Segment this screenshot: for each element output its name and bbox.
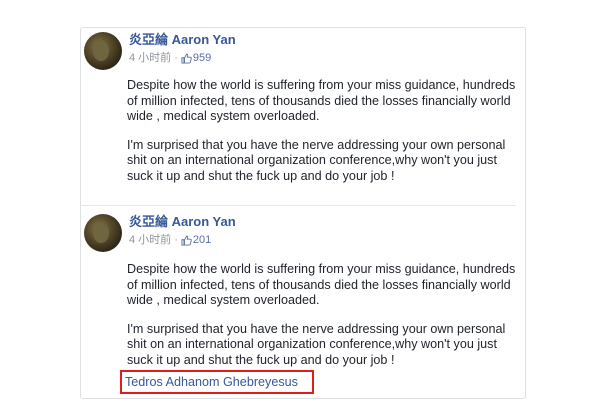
thumbs-up-icon[interactable] (181, 53, 192, 64)
thumbs-up-icon[interactable] (181, 235, 192, 246)
author-name[interactable]: 炎亞綸 Aaron Yan (129, 214, 236, 230)
like-count[interactable]: 201 (193, 233, 211, 247)
comment-text: Despite how the world is suffering from … (127, 262, 517, 368)
comment-text: Despite how the world is suffering from … (127, 78, 517, 184)
comment-paragraph: Despite how the world is suffering from … (127, 78, 516, 123)
timestamp[interactable]: 4 小时前 (129, 233, 171, 247)
comment-divider (80, 205, 516, 206)
author-name[interactable]: 炎亞綸 Aaron Yan (129, 32, 236, 48)
avatar[interactable] (84, 32, 122, 70)
timestamp[interactable]: 4 小时前 (129, 51, 171, 65)
comment-paragraph: I'm surprised that you have the nerve ad… (127, 321, 506, 367)
meta-separator: · (174, 52, 178, 64)
tagged-user-link[interactable]: Tedros Adhanom Ghebreyesus (125, 375, 298, 390)
avatar[interactable] (84, 214, 122, 252)
avatar-face (93, 223, 109, 243)
comment-paragraph: Despite how the world is suffering from … (127, 262, 516, 307)
meta-separator: · (174, 234, 178, 246)
like-count[interactable]: 959 (193, 51, 211, 65)
comment-meta: 4 小时前 · 201 (129, 233, 211, 247)
comment-meta: 4 小时前 · 959 (129, 51, 211, 65)
avatar-face (93, 41, 109, 61)
comment-paragraph: I'm surprised that you have the nerve ad… (127, 137, 506, 183)
